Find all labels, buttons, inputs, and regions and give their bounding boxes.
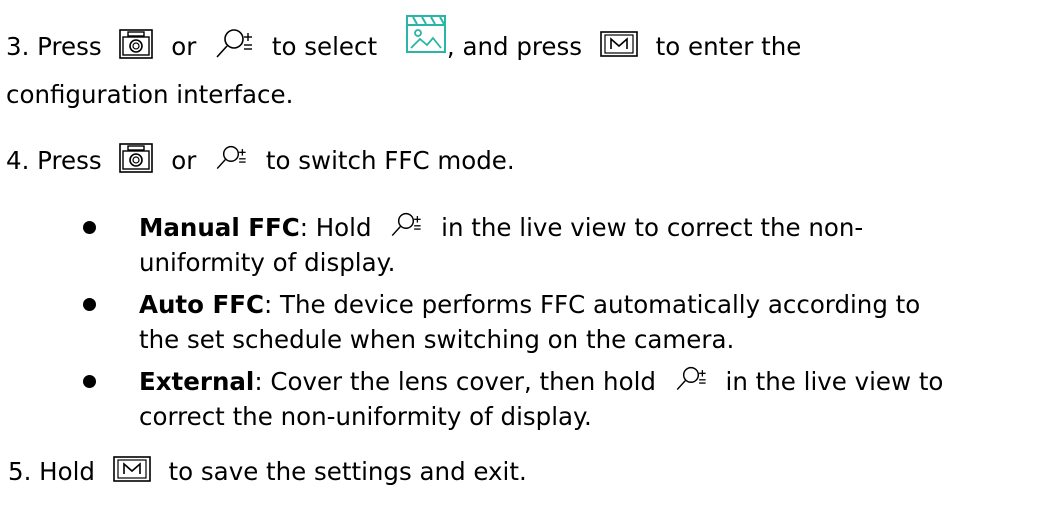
image-settings-icon bbox=[405, 14, 447, 54]
step-3-continuation: configuration interface. bbox=[6, 80, 294, 109]
enter-text: to enter the bbox=[655, 32, 802, 61]
switch-ffc-text: to switch FFC mode. bbox=[265, 146, 515, 175]
or-text: or bbox=[171, 32, 197, 61]
bullet-external-line-1: External: Cover the lens cover, then hol… bbox=[139, 364, 943, 399]
bullet-text: : The device performs FFC automatically … bbox=[263, 290, 921, 319]
step-4-text: 4. Press bbox=[6, 146, 102, 175]
bullet-dot bbox=[83, 221, 96, 234]
bullet-dot bbox=[83, 298, 96, 311]
step-3-line-2: configuration interface. bbox=[6, 78, 293, 112]
or-text: or bbox=[171, 146, 197, 175]
bullet-dot bbox=[83, 375, 96, 388]
zoom-icon bbox=[674, 366, 708, 392]
zoom-icon bbox=[389, 212, 423, 238]
bullet-term: Auto FFC bbox=[139, 290, 264, 319]
bullet-external-line-2: correct the non-uniformity of display. bbox=[139, 399, 592, 434]
menu-m-icon bbox=[600, 31, 638, 57]
menu-m-icon bbox=[112, 456, 151, 482]
bullet-manual-ffc-line-2: uniformity of display. bbox=[139, 245, 395, 280]
zoom-icon bbox=[214, 145, 248, 171]
bullet-text: correct the non-uniformity of display. bbox=[139, 402, 592, 431]
bullet-text: : Hold bbox=[299, 213, 372, 242]
bullet-term: External bbox=[139, 367, 255, 396]
save-exit-text: to save the settings and exit. bbox=[168, 457, 527, 486]
step-5-line: 5. Hold to save the settings and exit. bbox=[8, 455, 527, 489]
bullet-auto-ffc-line-2: the set schedule when switching on the c… bbox=[139, 322, 734, 357]
zoom-icon bbox=[214, 28, 254, 60]
camera-icon bbox=[119, 143, 154, 173]
bullet-text: uniformity of display. bbox=[139, 248, 396, 277]
bullet-text: the set schedule when switching on the c… bbox=[139, 325, 735, 354]
step-4-line: 4. Press or to switch FFC mode. bbox=[6, 143, 515, 178]
step-5-text: 5. Hold bbox=[8, 457, 95, 486]
camera-icon bbox=[119, 29, 154, 59]
to-select-text: to select bbox=[271, 32, 378, 61]
bullet-auto-ffc-line-1: Auto FFC: The device performs FFC automa… bbox=[139, 287, 920, 322]
bullet-text: in the live view to correct the non- bbox=[441, 213, 864, 242]
step-3-line-1: 3. Press or to select , and press to ent… bbox=[6, 15, 802, 68]
bullet-term: Manual FFC bbox=[139, 213, 300, 242]
and-press-text: , and press bbox=[446, 32, 583, 61]
step-3-text: 3. Press bbox=[6, 32, 102, 61]
bullet-text: : Cover the lens cover, then hold bbox=[254, 367, 656, 396]
bullet-text: in the live view to bbox=[725, 367, 944, 396]
bullet-manual-ffc-line-1: Manual FFC: Hold in the live view to cor… bbox=[139, 210, 863, 245]
